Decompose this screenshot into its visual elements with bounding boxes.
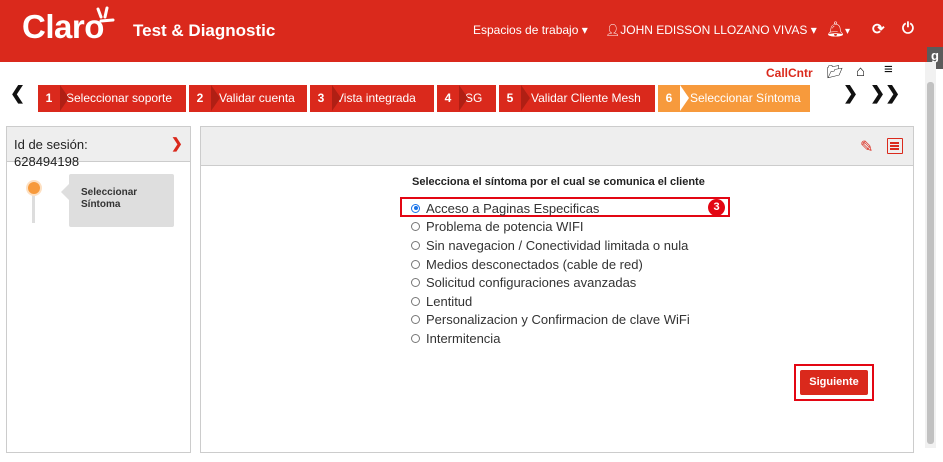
option-lentitud[interactable]: Lentitud bbox=[409, 292, 690, 311]
option-label: Lentitud bbox=[426, 293, 473, 309]
list-icon[interactable] bbox=[887, 138, 903, 154]
workspaces-label: Espacios de trabajo bbox=[473, 23, 579, 37]
scrollbar-thumb[interactable] bbox=[927, 82, 934, 444]
power-icon[interactable]: ⏻ bbox=[902, 20, 914, 37]
step-label: Validar Cliente Mesh bbox=[531, 91, 641, 105]
bell-icon[interactable]: 🔔︎▾ bbox=[826, 20, 850, 38]
timeline-dot bbox=[26, 180, 42, 196]
step-number: 4 bbox=[444, 91, 452, 105]
option-label: Personalizacion y Confirmacion de clave … bbox=[426, 312, 690, 328]
option-intermitencia[interactable]: Intermitencia bbox=[409, 329, 690, 348]
top-navbar: Claro Test & Diagnostic Espacios de trab… bbox=[0, 0, 943, 62]
radio[interactable] bbox=[411, 315, 420, 325]
step-seleccionar-soporte[interactable]: 1 Seleccionar soporte bbox=[38, 85, 186, 112]
session-id-value: 628494198 bbox=[14, 154, 80, 169]
step-vista-integrada[interactable]: 3 Vista integrada bbox=[310, 85, 434, 112]
user-menu[interactable]: 👤︎JOHN EDISSON LLOZANO VIVAS ▾ bbox=[605, 23, 817, 37]
step-validar-cuenta[interactable]: 2 Validar cuenta bbox=[189, 85, 307, 112]
symptom-panel: ✎ Selecciona el síntoma por el cual se c… bbox=[200, 126, 914, 453]
user-name: JOHN EDISSON LLOZANO VIVAS bbox=[620, 23, 808, 37]
step-validar-cliente-mesh[interactable]: 5 Validar Cliente Mesh bbox=[499, 85, 655, 112]
annotation-badge: 3 bbox=[708, 199, 725, 216]
workspaces-menu[interactable]: Espacios de trabajo ▾ bbox=[473, 23, 588, 37]
option-label: Medios desconectados (cable de red) bbox=[426, 256, 643, 272]
step-number: 5 bbox=[506, 91, 514, 105]
session-id-label: Id de sesión: bbox=[14, 137, 88, 152]
step-label: Seleccionar soporte bbox=[66, 91, 173, 105]
home-icon[interactable]: ⌂ bbox=[856, 63, 865, 80]
caret-down-icon: ▾ bbox=[810, 23, 817, 37]
option-label: Problema de potencia WIFI bbox=[426, 219, 584, 235]
chevron-left-icon[interactable]: ❮ bbox=[10, 83, 25, 104]
option-medios-desconectados[interactable]: Medios desconectados (cable de red) bbox=[409, 255, 690, 274]
caret-down-icon: ▾ bbox=[581, 23, 588, 37]
next-button[interactable]: Siguiente bbox=[800, 370, 868, 395]
option-label: Intermitencia bbox=[426, 330, 501, 346]
double-chevron-right-icon[interactable]: ❯❯ bbox=[870, 83, 900, 104]
step-number: 6 bbox=[665, 91, 673, 105]
step-separator bbox=[680, 85, 689, 111]
menu-icon[interactable]: ≡ bbox=[884, 61, 893, 78]
option-acceso-paginas[interactable]: Acceso a Paginas Especificas bbox=[409, 199, 690, 218]
session-panel: Id de sesión: 628494198 ❯ Seleccionar Sí… bbox=[6, 126, 191, 453]
step-number: 1 bbox=[45, 91, 53, 105]
step-separator bbox=[459, 85, 468, 111]
app-title: Test & Diagnostic bbox=[133, 21, 276, 40]
folder-icon[interactable]: 📂︎ bbox=[827, 64, 844, 80]
option-configuraciones-avanzadas[interactable]: Solicitud configuraciones avanzadas bbox=[409, 273, 690, 292]
option-label: Acceso a Paginas Especificas bbox=[426, 200, 600, 216]
symptom-options: Acceso a Paginas Especificas Problema de… bbox=[409, 199, 690, 348]
radio[interactable] bbox=[411, 296, 420, 306]
radio[interactable] bbox=[411, 259, 420, 269]
user-icon: 👤︎ bbox=[605, 23, 621, 37]
step-number: 2 bbox=[196, 91, 204, 105]
step-label: Vista integrada bbox=[336, 91, 416, 105]
step-label: Seleccionar Síntoma bbox=[690, 91, 801, 105]
step-separator bbox=[60, 85, 69, 111]
step-separator bbox=[521, 85, 530, 111]
step-sg[interactable]: 4 SG bbox=[437, 85, 496, 112]
option-clave-wifi[interactable]: Personalizacion y Confirmacion de clave … bbox=[409, 311, 690, 330]
radio[interactable] bbox=[411, 278, 420, 288]
step-separator bbox=[332, 85, 341, 111]
claro-logo[interactable]: Claro bbox=[22, 8, 104, 46]
radio[interactable] bbox=[411, 222, 420, 232]
option-label: Sin navegacion / Conectividad limitada o… bbox=[426, 237, 689, 253]
refresh-icon[interactable]: ⟳ bbox=[872, 20, 885, 38]
radio-selected[interactable] bbox=[411, 203, 420, 213]
option-sin-navegacion[interactable]: Sin navegacion / Conectividad limitada o… bbox=[409, 236, 690, 255]
pencil-icon[interactable]: ✎ bbox=[860, 137, 873, 157]
step-number: 3 bbox=[317, 91, 325, 105]
timeline-card: Seleccionar Síntoma bbox=[61, 174, 174, 227]
symptom-question: Selecciona el síntoma por el cual se com… bbox=[412, 176, 705, 188]
symptom-panel-header: ✎ bbox=[201, 127, 913, 166]
option-label: Solicitud configuraciones avanzadas bbox=[426, 275, 637, 291]
callcntr-link[interactable]: CallCntr bbox=[766, 66, 813, 80]
chevron-right-icon[interactable]: ❯ bbox=[843, 83, 858, 104]
step-seleccionar-sintoma[interactable]: 6 Seleccionar Síntoma bbox=[658, 85, 810, 112]
chevron-down-icon[interactable]: ❯ bbox=[171, 135, 183, 152]
session-panel-header: Id de sesión: 628494198 ❯ bbox=[7, 127, 190, 169]
step-label: Validar cuenta bbox=[219, 91, 295, 105]
claro-logo-mark bbox=[96, 6, 115, 23]
radio[interactable] bbox=[411, 240, 420, 250]
step-separator bbox=[211, 85, 220, 111]
option-potencia-wifi[interactable]: Problema de potencia WIFI bbox=[409, 218, 690, 237]
radio[interactable] bbox=[411, 333, 420, 343]
